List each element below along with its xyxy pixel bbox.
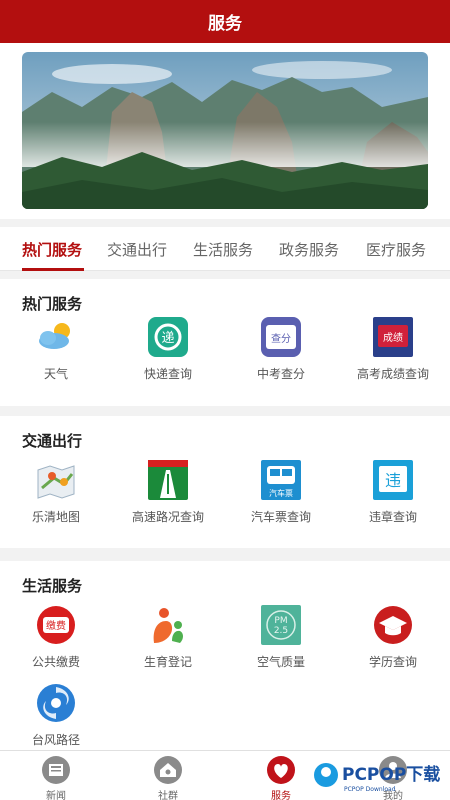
service-icon <box>264 755 298 785</box>
svg-text:汽车票: 汽车票 <box>269 488 293 498</box>
birth-icon <box>146 603 190 647</box>
service-label: 天气 <box>43 367 68 381</box>
section-hot-services: 热门服务 天气 递 快递查询 查分 中考查分 成绩 高考成绩查询 <box>0 279 450 406</box>
tab-transport[interactable]: 交通出行 <box>107 239 167 260</box>
education-icon <box>371 603 415 647</box>
nav-label: 新闻 <box>46 791 66 800</box>
svg-text:PCPOP下载: PCPOP下载 <box>342 764 440 785</box>
svg-text:2.5: 2.5 <box>274 626 288 636</box>
exam-score-icon: 查分 <box>259 315 303 359</box>
category-tabs: 热门服务 交通出行 生活服务 政务服务 医疗服务 <box>0 227 450 271</box>
svg-text:成绩: 成绩 <box>383 331 403 344</box>
service-birth[interactable]: 生育登记 <box>112 603 224 670</box>
service-gaokao[interactable]: 成绩 高考成绩查询 <box>337 315 449 382</box>
section-life-services: 生活服务 缴费 公共缴费 生育登记 PM 2.5 空气质量 学历查询 台风路径 <box>0 561 450 750</box>
service-label: 公共缴费 <box>31 655 80 669</box>
bus-ticket-icon: 汽车票 <box>259 458 303 502</box>
air-quality-icon: PM 2.5 <box>259 603 303 647</box>
service-label: 生育登记 <box>143 655 192 669</box>
news-icon <box>39 755 73 785</box>
svg-text:缴费: 缴费 <box>46 619 66 632</box>
tab-life-services[interactable]: 生活服务 <box>193 239 253 260</box>
tab-government[interactable]: 政务服务 <box>279 239 339 260</box>
service-education[interactable]: 学历查询 <box>337 603 449 670</box>
service-typhoon[interactable]: 台风路径 <box>0 681 112 748</box>
highway-icon <box>146 458 190 502</box>
service-label: 违章查询 <box>368 510 417 524</box>
page-title: 服务 <box>208 14 242 33</box>
service-highway[interactable]: 高速路况查询 <box>112 458 224 525</box>
nav-label: 社群 <box>158 791 178 800</box>
service-label: 汽车票查询 <box>250 510 311 524</box>
service-violation[interactable]: 违 违章查询 <box>337 458 449 525</box>
service-label: 中考查分 <box>256 367 305 381</box>
pcpop-watermark: PCPOP下载 PCPOP Download <box>312 758 448 796</box>
service-payment[interactable]: 缴费 公共缴费 <box>0 603 112 670</box>
service-label: 台风路径 <box>31 733 80 747</box>
service-bus-ticket[interactable]: 汽车票 汽车票查询 <box>225 458 337 525</box>
tab-medical[interactable]: 医疗服务 <box>366 239 426 260</box>
service-label: 学历查询 <box>368 655 417 669</box>
service-map[interactable]: 乐清地图 <box>0 458 112 525</box>
banner-image[interactable] <box>22 52 428 209</box>
section-title: 生活服务 <box>22 578 83 595</box>
banner-container <box>0 43 450 219</box>
service-exam-score[interactable]: 查分 中考查分 <box>225 315 337 382</box>
service-weather[interactable]: 天气 <box>0 315 112 382</box>
service-label: 高速路况查询 <box>131 510 204 524</box>
svg-text:PCPOP Download: PCPOP Download <box>344 786 396 793</box>
app-header: 服务 <box>0 0 450 43</box>
active-tab-indicator <box>22 268 84 271</box>
nav-community[interactable]: 社群 <box>112 755 224 800</box>
service-label: 空气质量 <box>256 655 305 669</box>
express-icon: 递 <box>146 315 190 359</box>
svg-text:查分: 查分 <box>271 332 291 345</box>
payment-icon: 缴费 <box>34 603 78 647</box>
service-label: 乐清地图 <box>31 510 80 524</box>
typhoon-icon <box>34 681 78 725</box>
service-label: 高考成绩查询 <box>356 367 429 381</box>
service-express[interactable]: 递 快递查询 <box>112 315 224 382</box>
service-air-quality[interactable]: PM 2.5 空气质量 <box>225 603 337 670</box>
gaokao-icon: 成绩 <box>371 315 415 359</box>
service-label: 快递查询 <box>143 367 192 381</box>
svg-text:违: 违 <box>385 471 401 490</box>
nav-news[interactable]: 新闻 <box>0 755 112 800</box>
community-icon <box>151 755 185 785</box>
tab-hot-services[interactable]: 热门服务 <box>22 239 82 260</box>
section-transport: 交通出行 乐清地图 高速路况查询 汽车票 汽车票查询 违 违章查询 <box>0 416 450 548</box>
svg-text:递: 递 <box>161 331 174 346</box>
weather-icon <box>34 315 78 359</box>
violation-icon: 违 <box>371 458 415 502</box>
section-title: 热门服务 <box>22 296 83 313</box>
section-title: 交通出行 <box>22 433 83 450</box>
svg-text:PM: PM <box>274 616 287 626</box>
map-icon <box>34 458 78 502</box>
